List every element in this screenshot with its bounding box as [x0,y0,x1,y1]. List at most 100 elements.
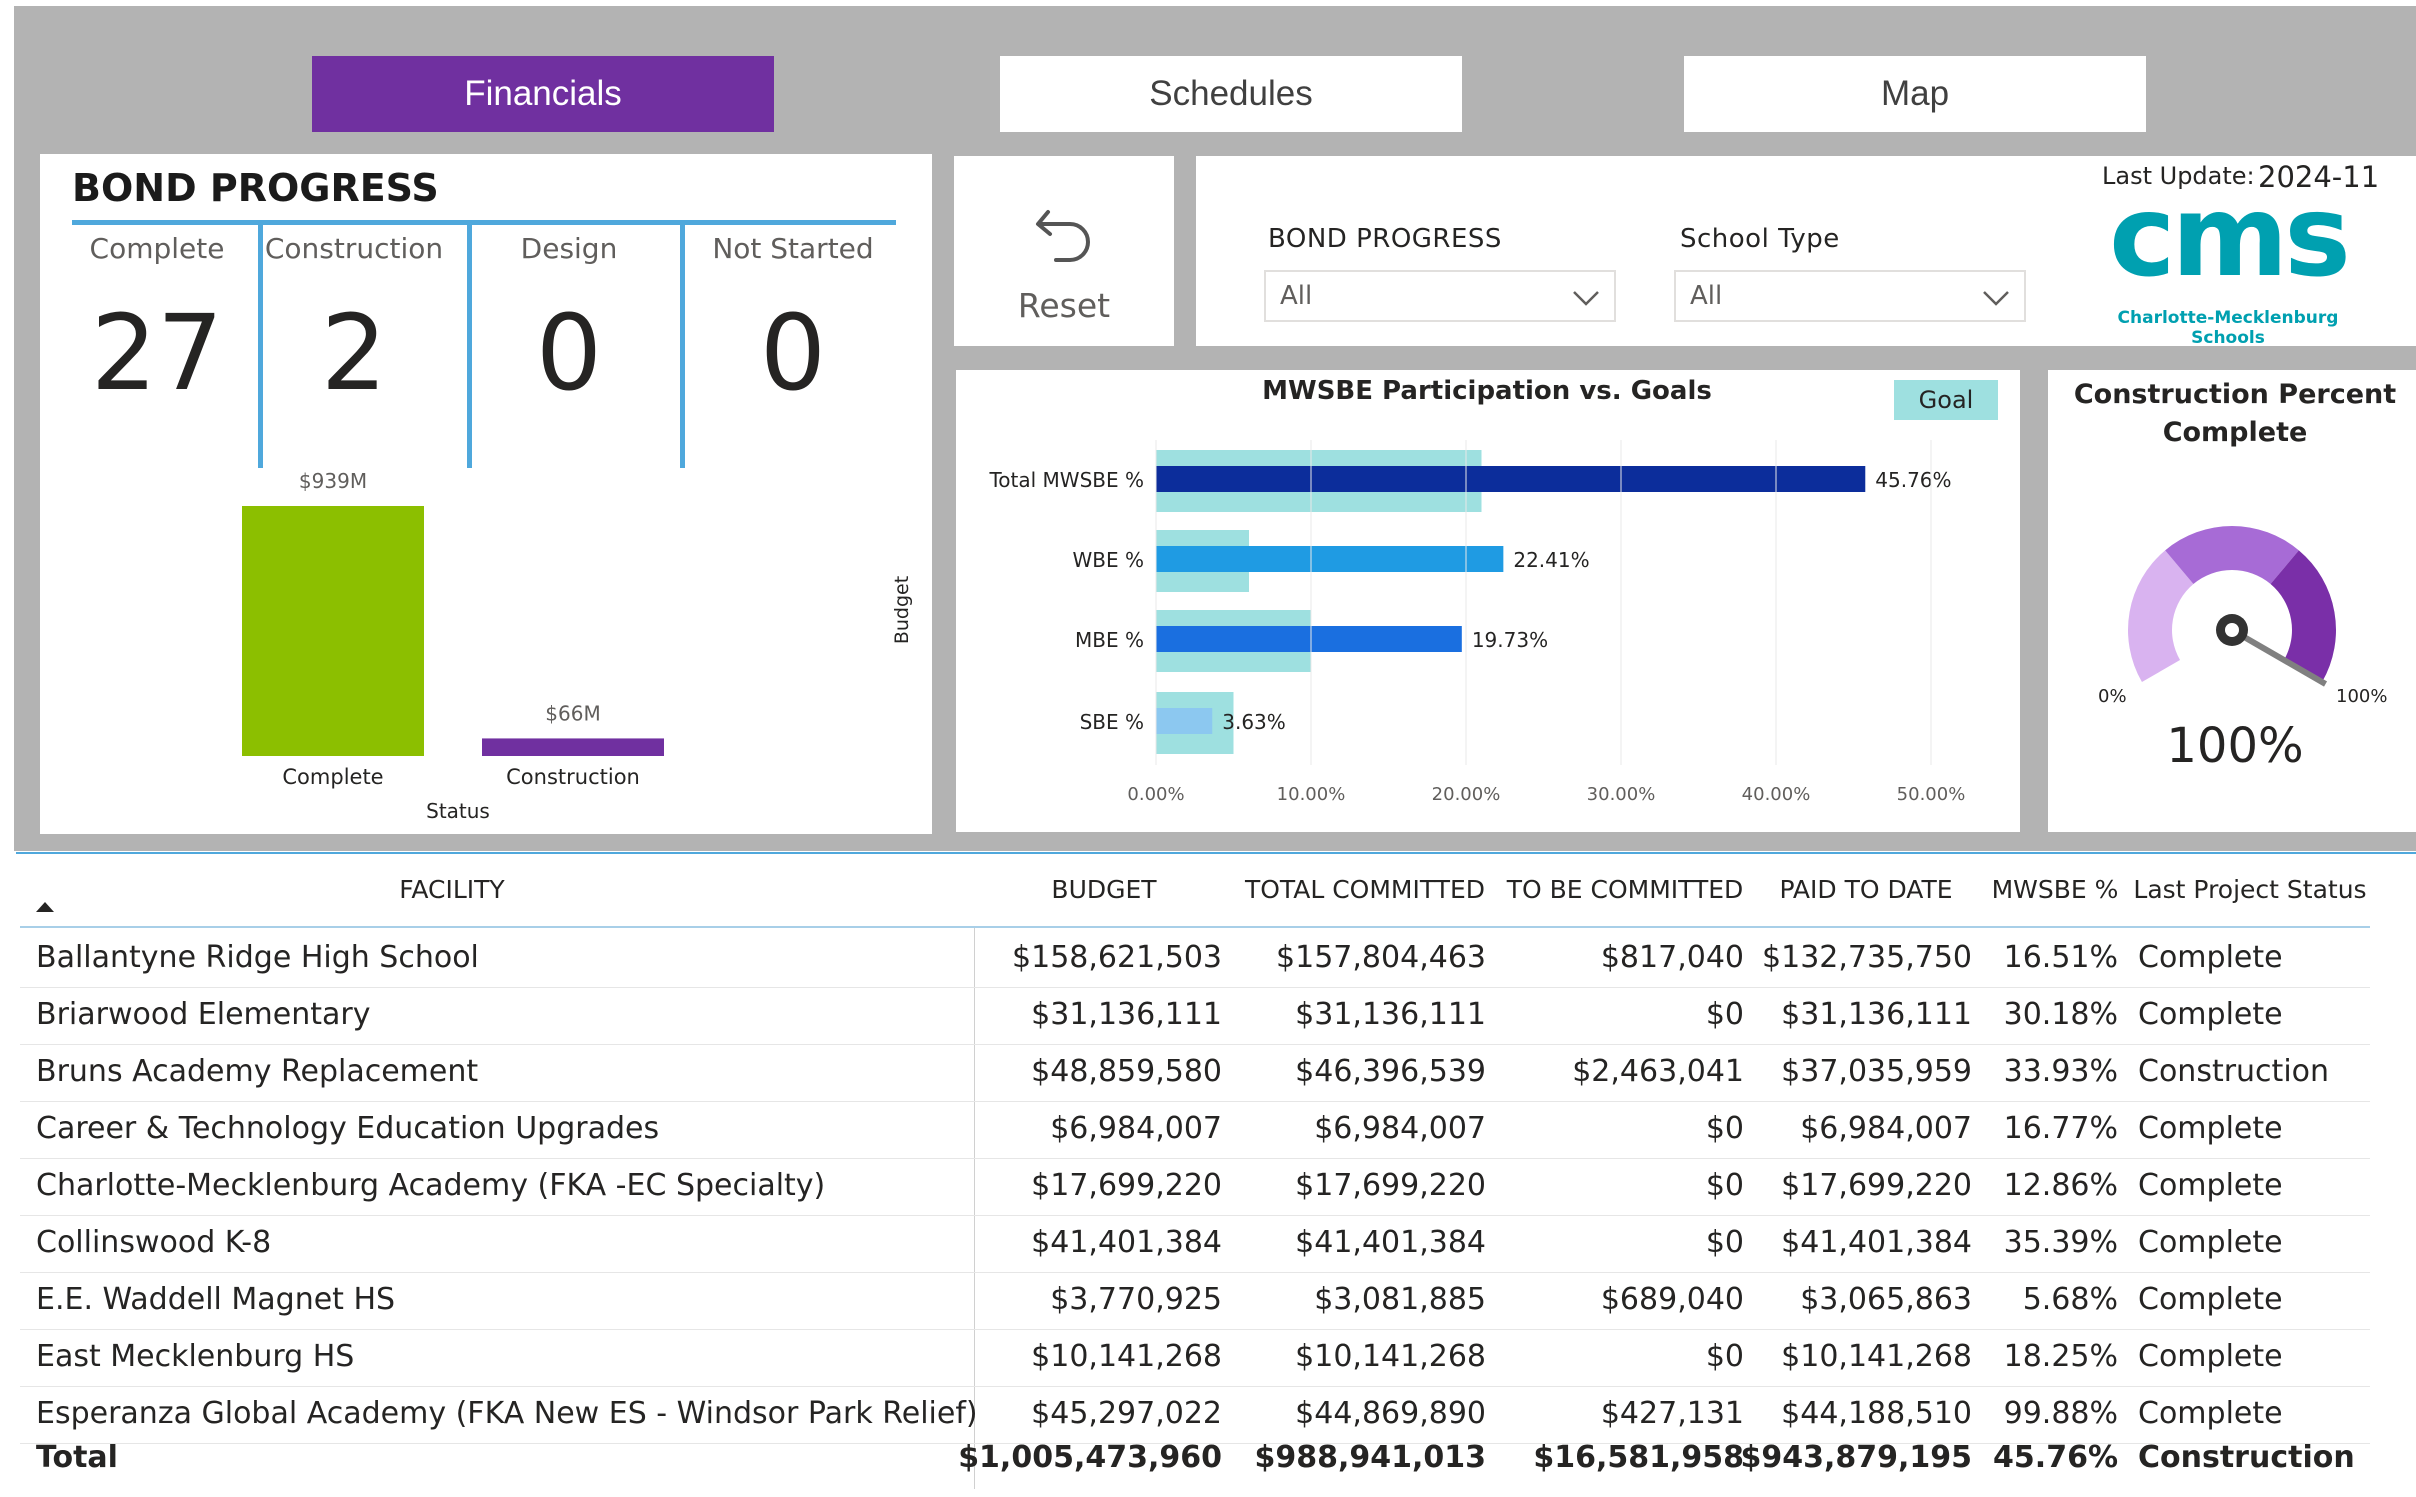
mwsbe-bar [1156,546,1504,572]
mwsbe-value-label: 45.76% [1875,468,1951,492]
table-cell: Complete [2138,1396,2283,1431]
table-row[interactable]: E.E. Waddell Magnet HS $3,770,925 $3,081,8… [20,1272,2370,1330]
gauge-title: Construction Percent Complete [2073,379,2397,448]
table-top-border [16,852,2416,854]
table-cell: Esperanza Global Academy (FKA New ES - W… [36,1396,978,1431]
column-header[interactable]: Last Project Status [2050,875,2416,904]
table-cell: Construction [2138,1440,2355,1475]
table-cell: 5.68% [2022,1282,2118,1317]
mwsbe-category-label: WBE % [1073,548,1145,572]
budget-bar [482,738,664,756]
table-row[interactable]: Esperanza Global Academy (FKA New ES - W… [20,1386,2370,1444]
table-cell: $157,804,463 [1276,940,1486,975]
sort-ascending-icon[interactable] [36,902,54,912]
table-cell: $427,131 [1600,1396,1744,1431]
mwsbe-category-label: MBE % [1075,628,1144,652]
reset-button[interactable]: Reset [954,156,1174,346]
bond-progress-title: BOND PROGRESS [72,166,439,210]
bond-progress-filter-label: BOND PROGRESS [1268,224,1502,254]
table-cell: $41,401,384 [1781,1225,1972,1260]
school-type-dropdown[interactable]: All [1674,270,2026,322]
mwsbe-category-label: SBE % [1080,710,1144,734]
table-row[interactable]: Charlotte-Mecklenburg Academy (FKA -EC S… [20,1158,2370,1216]
x-tick-label: 30.00% [1587,784,1656,805]
table-cell: $17,699,220 [1781,1168,1972,1203]
mwsbe-bar [1156,466,1866,492]
tab-financials[interactable]: Financials [312,56,774,132]
table-row[interactable]: Collinswood K-8 $41,401,384 $41,401,384 $0 $… [20,1215,2370,1273]
gauge-max-label: 100% [2336,686,2388,707]
table-cell: $132,735,750 [1762,940,1972,975]
table-cell: $10,141,268 [1295,1339,1486,1374]
kpi-not-started: Not Started 0 [686,224,900,468]
table-cell: $46,396,539 [1295,1054,1486,1089]
budget-axis-label: Budget [891,576,913,644]
table-cell: 16.77% [2003,1111,2118,1146]
table-cell: $1,005,473,960 [958,1440,1222,1475]
gauge-min-label: 0% [2098,686,2127,707]
tab-map[interactable]: Map [1684,56,2146,132]
budget-bar-label: $66M [545,701,600,725]
table-cell: Bruns Academy Replacement [36,1054,479,1089]
header-underline [20,926,2370,928]
kpi-value: 0 [759,292,827,414]
mwsbe-value-label: 19.73% [1472,628,1548,652]
table-cell: 16.51% [2003,940,2118,975]
table-cell: Construction [2138,1054,2330,1089]
x-tick-label: 50.00% [1897,784,1966,805]
table-cell: $31,136,111 [1295,997,1486,1032]
mwsbe-value-label: 3.63% [1222,710,1286,734]
table-cell: 18.25% [2003,1339,2118,1374]
undo-icon [1036,210,1090,262]
table-cell: $0 [1705,997,1744,1032]
table-cell: Charlotte-Mecklenburg Academy (FKA -EC S… [36,1168,826,1203]
column-header[interactable]: FACILITY [252,875,652,904]
logo-text: cms [2109,172,2351,302]
left-strip [0,0,14,1489]
budget-bar [242,506,424,756]
tab-schedules[interactable]: Schedules [1000,56,1462,132]
x-tick-label: 0.00% [1127,784,1184,805]
mwsbe-bar [1156,626,1462,652]
table-cell: $45,297,022 [1031,1396,1222,1431]
table-total-row[interactable]: Total $1,005,473,960 $988,941,013 $16,581,9… [20,1440,2370,1497]
table-row[interactable]: Bruns Academy Replacement $48,859,580 $46,… [20,1044,2370,1102]
table-cell: $17,699,220 [1031,1168,1222,1203]
reset-label: Reset [1017,286,1111,325]
table-cell: $817,040 [1600,940,1744,975]
mwsbe-category-label: Total MWSBE % [988,468,1144,492]
bond-progress-dropdown[interactable]: All [1264,270,1616,322]
status-axis-label: Status [426,799,490,823]
table-cell: Briarwood Elementary [36,997,371,1032]
x-tick-label: 10.00% [1277,784,1346,805]
table-cell: 30.18% [2003,997,2118,1032]
table-cell: $6,984,007 [1050,1111,1222,1146]
table-row[interactable]: Ballantyne Ridge High School $158,621,503… [20,930,2370,988]
mwsbe-chart-title: MWSBE Participation vs. Goals [1262,376,1712,406]
table-cell: $37,035,959 [1781,1054,1972,1089]
dashboard: Financials Schedules Map BOND PROGRESS C… [0,0,2416,1489]
table-cell: $0 [1705,1339,1744,1374]
table-cell: $6,984,007 [1800,1111,1972,1146]
kpi-separator [467,224,472,468]
dropdown-value: All [1690,281,1723,311]
kpi-label: Not Started [712,232,874,265]
table-cell: Complete [2138,1225,2283,1260]
table-cell: $2,463,041 [1572,1054,1744,1089]
table-cell: 35.39% [2003,1225,2118,1260]
logo-subtitle: Charlotte-Mecklenburg Schools [2117,308,2339,348]
kpi-label: Complete [89,232,225,265]
kpi-complete: Complete 27 [72,224,242,468]
gauge-value: 100% [2166,718,2304,774]
x-tick-label: 20.00% [1432,784,1501,805]
table-cell: $10,141,268 [1031,1339,1222,1374]
gauge-hub-center [2225,623,2239,637]
table-row[interactable]: East Mecklenburg HS $10,141,268 $10,141,26… [20,1329,2370,1387]
mwsbe-value-label: 22.41% [1513,548,1589,572]
budget-chart: $939M Complete $66M Construction Budget Sta… [242,469,913,823]
table-row[interactable]: Career & Technology Education Upgrades $6… [20,1101,2370,1159]
table-cell: $0 [1705,1225,1744,1260]
table-cell: Complete [2138,1168,2283,1203]
table-cell: $6,984,007 [1314,1111,1486,1146]
table-row[interactable]: Briarwood Elementary $31,136,111 $31,136,1… [20,987,2370,1045]
